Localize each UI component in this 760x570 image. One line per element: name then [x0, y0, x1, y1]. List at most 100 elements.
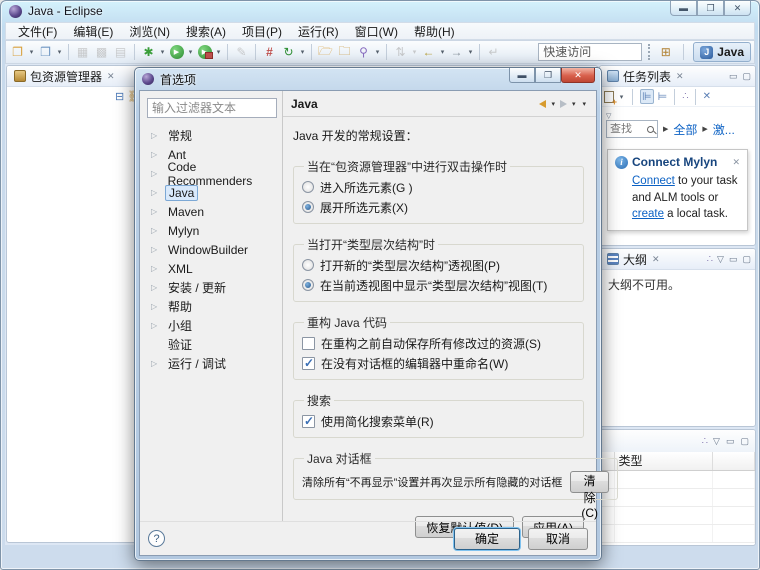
- update-snippets-icon[interactable]: ↻: [280, 43, 297, 61]
- close-button[interactable]: ✕: [724, 1, 751, 16]
- new-task-dropdown[interactable]: ▾: [618, 93, 625, 101]
- open-type-icon[interactable]: #: [261, 43, 278, 61]
- tab-close-icon[interactable]: ✕: [106, 71, 116, 82]
- open-project-icon[interactable]: 🗀: [336, 43, 353, 61]
- minimize-button[interactable]: ▬: [670, 1, 697, 16]
- tab-outline[interactable]: 大纲 ✕: [604, 249, 664, 269]
- expand-arrow-icon[interactable]: ▷: [151, 131, 160, 140]
- minimize-view-icon[interactable]: ▭: [729, 254, 738, 265]
- radio-open-perspective[interactable]: 打开新的“类型层次结构”透视图(P): [302, 255, 575, 275]
- expand-arrow-icon[interactable]: ▷: [151, 150, 160, 159]
- tab-close-icon[interactable]: ✕: [675, 71, 685, 82]
- back-dropdown[interactable]: ▾: [551, 100, 555, 108]
- menu-search[interactable]: 搜索(A): [178, 22, 234, 41]
- next-annotation-dropdown[interactable]: ▾: [411, 48, 418, 56]
- tree-item-xml[interactable]: ▷ XML: [147, 259, 282, 278]
- menu-file[interactable]: 文件(F): [10, 22, 65, 41]
- checkbox-icon[interactable]: [302, 336, 315, 350]
- expand-arrow-icon[interactable]: ▷: [151, 359, 160, 368]
- mark-occurrences-icon[interactable]: ✎: [233, 43, 250, 61]
- tree-item-team[interactable]: ▷ 小组: [147, 316, 282, 335]
- new-wizard-icon[interactable]: ❐: [9, 43, 26, 61]
- tree-item-run-debug[interactable]: ▷ 运行 / 调试: [147, 354, 282, 373]
- radio-show-in-view[interactable]: 在当前透视图中显示“类型层次结构”视图(T): [302, 275, 575, 295]
- quick-access-input[interactable]: [538, 43, 643, 61]
- dialog-close-button[interactable]: ✕: [561, 68, 595, 83]
- toolbar-overflow-icon[interactable]: ▽: [606, 113, 611, 120]
- filter-icon[interactable]: ∴: [702, 436, 708, 447]
- external-tools-dropdown[interactable]: ▾: [215, 48, 222, 56]
- expand-arrow-icon[interactable]: ▷: [151, 321, 160, 330]
- tree-item-general[interactable]: ▷ 常规: [147, 126, 282, 145]
- view-menu-icon[interactable]: ▽: [713, 436, 720, 447]
- print-icon[interactable]: ▤: [112, 43, 129, 61]
- search-wand-dropdown[interactable]: ▾: [374, 48, 381, 56]
- expand-arrow-icon[interactable]: ▷: [151, 207, 160, 216]
- last-edit-location-icon[interactable]: ↵: [485, 43, 502, 61]
- new-java-element-icon[interactable]: ❒: [37, 43, 54, 61]
- expand-activated-triangle-icon[interactable]: ▶: [702, 125, 707, 133]
- menu-help[interactable]: 帮助(H): [406, 22, 463, 41]
- radio-icon[interactable]: [302, 279, 314, 291]
- expand-arrow-icon[interactable]: ▷: [151, 283, 160, 292]
- expand-arrow-icon[interactable]: ▷: [151, 264, 160, 273]
- clear-button[interactable]: 清除(C): [570, 471, 609, 520]
- help-button[interactable]: ?: [148, 530, 165, 547]
- back-icon[interactable]: [539, 99, 547, 108]
- checkbox-rename-inline[interactable]: 在没有对话框的编辑器中重命名(W): [302, 353, 575, 373]
- checkbox-autosave[interactable]: 在重构之前自动保存所有修改过的资源(S): [302, 333, 575, 353]
- next-annotation-icon[interactable]: ⇅: [392, 43, 409, 61]
- tree-item-maven[interactable]: ▷ Maven: [147, 202, 282, 221]
- tab-package-explorer[interactable]: 包资源管理器 ✕: [11, 66, 119, 86]
- tree-item-mylyn[interactable]: ▷ Mylyn: [147, 221, 282, 240]
- forward-icon[interactable]: [559, 99, 567, 108]
- menu-run[interactable]: 运行(R): [290, 22, 347, 41]
- radio-icon[interactable]: [302, 201, 314, 213]
- collapse-all-icon[interactable]: ✕: [703, 91, 711, 102]
- collapse-all-icon[interactable]: ⊟: [115, 90, 124, 103]
- link-all[interactable]: 全部: [673, 121, 697, 138]
- expand-arrow-icon[interactable]: ▷: [151, 169, 160, 178]
- checkbox-icon[interactable]: [302, 414, 315, 428]
- tab-close-icon[interactable]: ✕: [651, 254, 661, 265]
- tree-item-install-update[interactable]: ▷ 安装 / 更新: [147, 278, 282, 297]
- forward-icon[interactable]: →: [448, 43, 465, 61]
- close-icon[interactable]: ✕: [732, 157, 740, 168]
- menu-navigate[interactable]: 浏览(N): [121, 22, 178, 41]
- scheduled-view-icon[interactable]: ⊨: [658, 90, 668, 103]
- dialog-maximize-button[interactable]: ❐: [535, 68, 561, 83]
- radio-expand-element[interactable]: 展开所选元素(X): [302, 197, 575, 217]
- tab-task-list[interactable]: 任务列表 ✕: [604, 66, 688, 86]
- expand-arrow-icon[interactable]: ▷: [151, 226, 160, 235]
- checkbox-icon[interactable]: [302, 356, 315, 370]
- update-snippets-dropdown[interactable]: ▾: [299, 48, 306, 56]
- maximize-view-icon[interactable]: ▢: [740, 436, 749, 447]
- save-icon[interactable]: ▦: [74, 43, 91, 61]
- open-perspective-icon[interactable]: ⊞: [657, 43, 674, 61]
- radio-icon[interactable]: [302, 259, 314, 271]
- dialog-minimize-button[interactable]: ▬: [509, 68, 535, 83]
- find-input[interactable]: [610, 123, 640, 135]
- search-wand-icon[interactable]: ⚲: [355, 43, 372, 61]
- cancel-button[interactable]: 取消: [528, 527, 588, 550]
- new-task-icon[interactable]: [604, 90, 617, 107]
- minimize-view-icon[interactable]: ▭: [729, 71, 738, 82]
- debug-icon[interactable]: ✱: [140, 43, 157, 61]
- java-perspective-button[interactable]: J Java: [693, 42, 751, 62]
- focus-workweek-icon[interactable]: ∴: [682, 91, 688, 102]
- maximize-view-icon[interactable]: ▢: [742, 254, 751, 265]
- open-resource-icon[interactable]: 🗁: [317, 43, 334, 61]
- column-type[interactable]: 类型: [614, 452, 713, 471]
- expand-arrow-icon[interactable]: ▷: [151, 302, 160, 311]
- menu-project[interactable]: 项目(P): [234, 22, 290, 41]
- forward-dropdown[interactable]: ▾: [467, 48, 474, 56]
- view-menu-icon[interactable]: ▽: [717, 254, 724, 265]
- window-titlebar[interactable]: Java - Eclipse: [1, 1, 759, 21]
- maximize-button[interactable]: ❐: [697, 1, 724, 16]
- external-tools-icon[interactable]: ▶: [196, 43, 213, 61]
- new-wizard-dropdown[interactable]: ▾: [28, 48, 35, 56]
- categorized-view-icon[interactable]: ⊫: [640, 89, 654, 104]
- expand-all-triangle-icon[interactable]: ▶: [663, 125, 668, 133]
- tree-item-validation[interactable]: ▷验证: [147, 335, 282, 354]
- checkbox-simple-search-menu[interactable]: 使用简化搜索菜单(R): [302, 411, 575, 431]
